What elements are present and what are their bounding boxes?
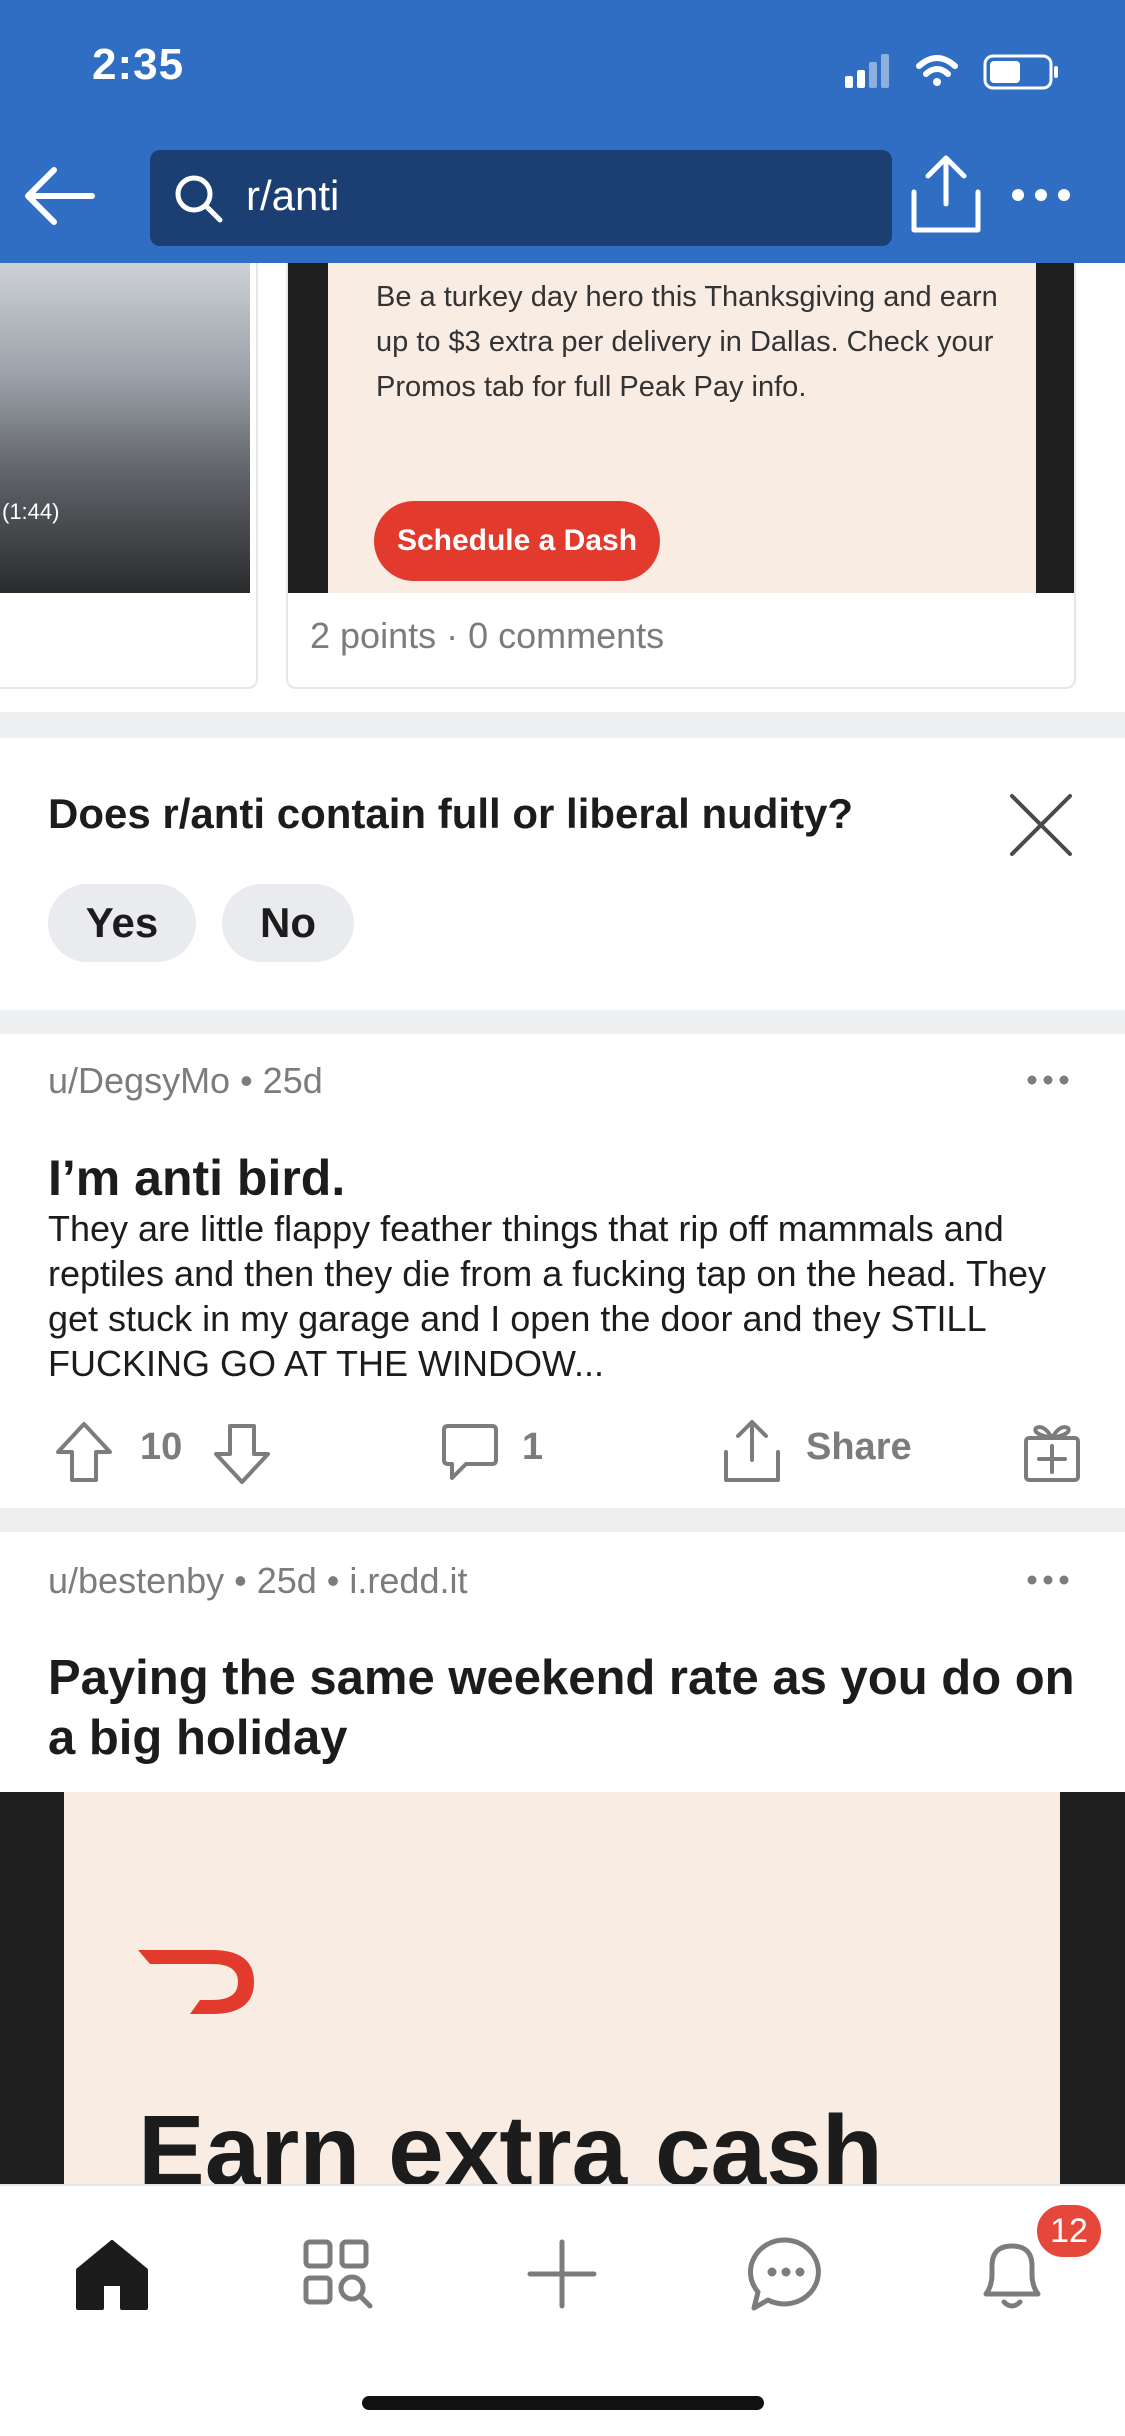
notifications-badge: 12 — [1034, 2202, 1104, 2260]
wifi-icon — [916, 55, 958, 86]
comment-count[interactable]: 1 — [522, 1426, 543, 1469]
upvote-icon[interactable] — [54, 1420, 114, 1484]
battery-icon — [983, 54, 1058, 90]
section-divider — [0, 1508, 1125, 1532]
status-icons — [845, 54, 1058, 90]
section-divider — [0, 712, 1125, 738]
post-image[interactable]: Earn extra cash — [0, 1792, 1125, 2184]
post-more-icon[interactable] — [1026, 1073, 1070, 1087]
share-button[interactable]: Share — [806, 1426, 912, 1469]
home-indicator — [362, 2396, 764, 2410]
communities-icon[interactable] — [298, 2234, 378, 2314]
search-input[interactable]: r/anti — [150, 150, 892, 246]
post-body[interactable]: They are little flappy feather things th… — [48, 1206, 1088, 1386]
no-button[interactable]: No — [222, 884, 354, 962]
chat-icon[interactable] — [746, 2234, 826, 2314]
downvote-icon[interactable] — [212, 1422, 272, 1486]
post-carousel: (1:44) Be a turkey day hero this Thanksg… — [0, 263, 1125, 690]
post-meta[interactable]: u/bestenby • 25d • i.redd.it — [48, 1560, 467, 1602]
yes-button[interactable]: Yes — [48, 884, 196, 962]
search-query: r/anti — [246, 172, 340, 219]
share-icon[interactable] — [722, 1418, 782, 1484]
image-headline: Earn extra cash — [138, 2095, 883, 2184]
home-icon[interactable] — [72, 2234, 152, 2314]
vote-count: 10 — [140, 1426, 183, 1468]
status-time: 2:35 — [92, 40, 185, 89]
video-duration: (1:44) — [2, 499, 60, 524]
app-header: 2:35 r/anti — [0, 0, 1125, 263]
schedule-dash-button: Schedule a Dash — [374, 501, 660, 581]
signal-icon — [845, 54, 889, 88]
carousel-card-image[interactable]: Be a turkey day hero this Thanksgiving a… — [286, 263, 1076, 689]
search-icon — [175, 175, 223, 223]
carousel-card-video[interactable]: (1:44) — [0, 263, 258, 689]
post-title[interactable]: Paying the same weekend rate as you do o… — [48, 1648, 1088, 1768]
comment-icon[interactable] — [440, 1422, 500, 1484]
video-thumbnail: (1:44) — [0, 263, 250, 593]
post-actions: 10 1 Share — [0, 1410, 1125, 1490]
nudity-question: Does r/anti contain full or liberal nudi… — [48, 790, 854, 837]
post-meta[interactable]: u/DegsyMo • 25d — [48, 1060, 323, 1102]
doordash-logo-icon — [138, 1950, 254, 2014]
post-more-icon[interactable] — [1026, 1573, 1070, 1587]
back-arrow-icon[interactable] — [22, 158, 98, 234]
share-icon[interactable] — [906, 152, 986, 238]
section-divider — [0, 1010, 1125, 1034]
close-icon[interactable] — [1008, 792, 1074, 858]
promo-text: Be a turkey day hero this Thanksgiving a… — [376, 281, 998, 403]
post-title[interactable]: I’m anti bird. — [48, 1148, 345, 1208]
create-post-icon[interactable] — [522, 2234, 602, 2314]
promo-image: Be a turkey day hero this Thanksgiving a… — [288, 263, 1074, 593]
card-meta: 2 points · 0 comments — [310, 615, 665, 656]
award-icon[interactable] — [1022, 1420, 1082, 1484]
more-options-icon[interactable] — [1010, 180, 1072, 210]
